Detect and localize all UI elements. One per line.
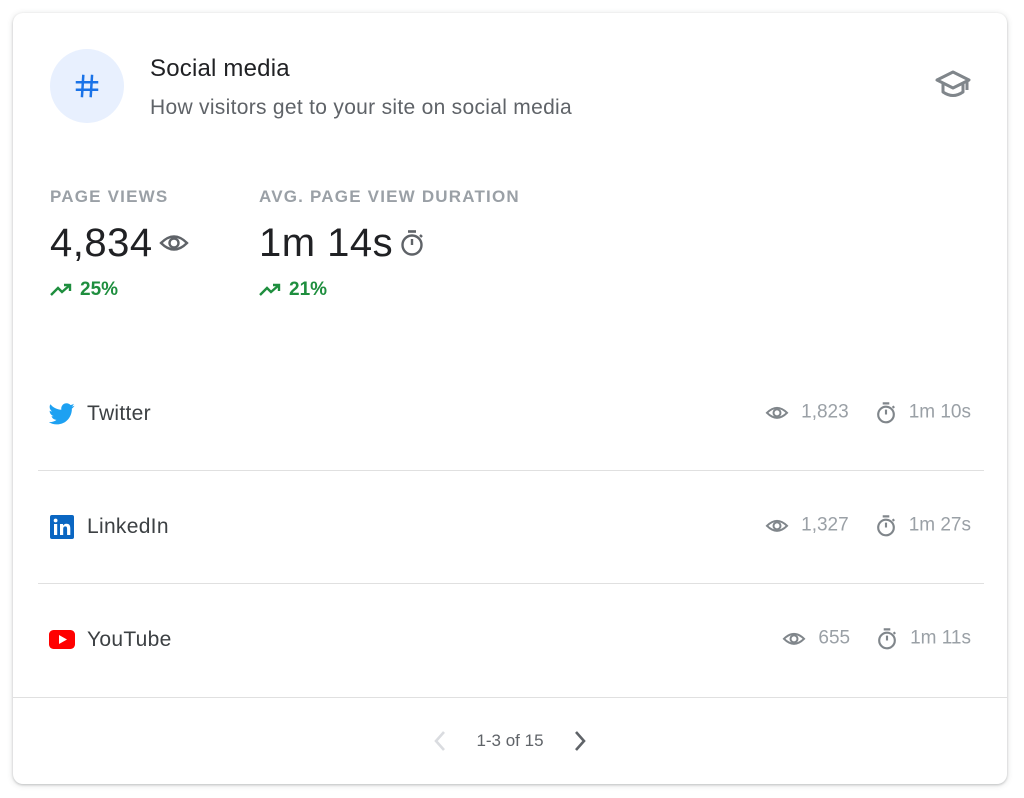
metric-avg-duration: AVG. PAGE VIEW DURATION 1m 14s 21% — [259, 187, 520, 301]
social-media-card: Social media How visitors get to your si… — [13, 13, 1007, 784]
trending-up-icon — [259, 283, 281, 296]
twitter-icon — [49, 402, 75, 424]
source-views: 1,823 — [801, 401, 849, 423]
metric-change-value: 25% — [80, 279, 119, 300]
pagination-range: 1-3 of 15 — [476, 731, 544, 750]
timer-icon — [401, 230, 424, 256]
metric-label: AVG. PAGE VIEW DURATION — [259, 187, 520, 206]
metric-change: 25% — [50, 279, 189, 301]
eye-icon — [782, 632, 806, 645]
metric-change: 21% — [259, 279, 520, 301]
chevron-left-icon — [434, 731, 446, 751]
source-row-youtube[interactable]: YouTube 655 1m 11s — [38, 583, 984, 696]
source-views: 655 — [818, 627, 851, 649]
previous-page-button[interactable] — [422, 723, 458, 759]
timer-icon — [876, 401, 895, 423]
source-views: 1,327 — [801, 514, 849, 536]
source-name: Twitter — [87, 401, 151, 425]
eye-icon — [765, 519, 789, 532]
card-title: Social media — [150, 55, 290, 82]
next-page-button[interactable] — [562, 723, 598, 759]
metric-value: 4,834 — [50, 220, 153, 265]
source-row-linkedin[interactable]: LinkedIn 1,327 1m 27s — [38, 470, 984, 583]
eye-icon — [765, 406, 789, 419]
youtube-icon — [49, 630, 75, 649]
eye-icon — [158, 235, 189, 251]
learn-more-button[interactable] — [934, 69, 972, 101]
school-icon — [935, 70, 971, 97]
source-name: YouTube — [87, 627, 172, 651]
source-duration: 1m 10s — [908, 401, 971, 423]
metric-value: 1m 14s — [259, 220, 394, 265]
source-duration: 1m 27s — [908, 514, 971, 536]
trending-up-icon — [50, 283, 72, 296]
source-row-twitter[interactable]: Twitter 1,823 1m 10s — [38, 357, 984, 470]
card-subtitle: How visitors get to your site on social … — [150, 96, 573, 119]
linkedin-icon — [50, 514, 74, 539]
metric-change-value: 21% — [289, 279, 328, 300]
metric-page-views: PAGE VIEWS 4,834 25% — [50, 187, 189, 301]
hashtag-icon — [75, 74, 99, 98]
pagination: 1-3 of 15 — [13, 723, 1007, 759]
metric-label: PAGE VIEWS — [50, 187, 169, 206]
timer-icon — [878, 627, 897, 649]
hashtag-icon-badge — [50, 49, 124, 123]
chevron-right-icon — [574, 731, 586, 751]
timer-icon — [876, 514, 895, 536]
source-duration: 1m 11s — [910, 627, 971, 649]
source-name: LinkedIn — [87, 514, 169, 538]
footer-divider — [13, 697, 1007, 698]
